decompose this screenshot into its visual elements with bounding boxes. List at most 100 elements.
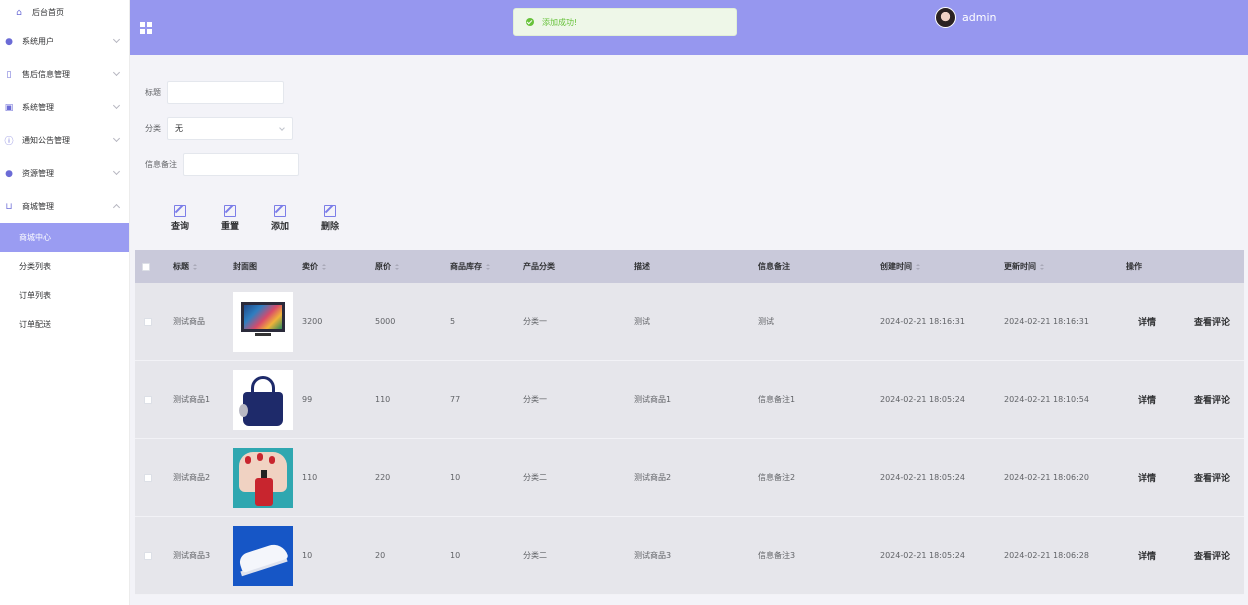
sidebar-item-resources[interactable]: ● 资源管理 [0, 157, 129, 190]
sort-icon[interactable] [916, 263, 921, 270]
header-description: 描述 [634, 261, 758, 272]
table-header: 标题 封面图 卖价 原价 商品库存 产品分类 描述 信息备注 创建时间 更新时间… [135, 250, 1244, 283]
cell-category: 分类二 [523, 473, 547, 482]
cell-operations: 详情 查看评论 [1126, 471, 1244, 484]
view-reviews-button[interactable]: 查看评论 [1194, 549, 1230, 562]
cell-stock: 5 [450, 317, 456, 326]
edit-icon [274, 205, 286, 217]
view-reviews-button[interactable]: 查看评论 [1194, 393, 1230, 406]
user-icon: ● [5, 36, 13, 47]
select-all-cell [135, 262, 173, 271]
filter-category-row: 分类 无 [145, 117, 293, 140]
cell-cover [233, 369, 302, 430]
header-original-price[interactable]: 原价 [375, 261, 450, 272]
header-updated[interactable]: 更新时间 [1004, 261, 1126, 272]
detail-button[interactable]: 详情 [1138, 549, 1156, 562]
sort-icon[interactable] [322, 263, 327, 270]
view-reviews-button[interactable]: 查看评论 [1194, 471, 1230, 484]
view-reviews-button[interactable]: 查看评论 [1194, 315, 1230, 328]
sidebar-item-mall[interactable]: ⊔ 商城管理 [0, 190, 129, 223]
sort-icon[interactable] [395, 263, 400, 270]
row-select-cell [135, 317, 173, 326]
category-select[interactable]: 无 [167, 117, 293, 140]
cell-description: 测试商品1 [634, 395, 672, 404]
nail-polish-image[interactable] [233, 447, 293, 508]
cell-category: 分类一 [523, 395, 547, 404]
success-check-icon [526, 18, 534, 26]
sort-icon[interactable] [193, 263, 198, 270]
sidebar-subitem-order-list[interactable]: 订单列表 [0, 281, 129, 310]
header-label: 更新时间 [1004, 262, 1036, 271]
chevron-down-icon [112, 101, 121, 110]
detail-button[interactable]: 详情 [1138, 393, 1156, 406]
row-checkbox[interactable] [144, 473, 152, 482]
chevron-down-icon [279, 125, 285, 131]
cell-title: 测试商品 [173, 317, 205, 326]
row-checkbox[interactable] [144, 317, 152, 326]
title-filter-input[interactable] [167, 81, 284, 104]
sidebar-item-after-sales[interactable]: ▯ 售后信息管理 [0, 58, 129, 91]
edit-icon [324, 205, 336, 217]
sidebar-item-system-users[interactable]: ● 系统用户 [0, 25, 129, 58]
row-checkbox[interactable] [144, 551, 152, 560]
cell-created: 2024-02-21 18:05:24 [880, 395, 965, 404]
sidebar-subitem-category-list[interactable]: 分类列表 [0, 252, 129, 281]
sidebar-item-label: 系统用户 [22, 37, 54, 46]
product-table: 标题 封面图 卖价 原价 商品库存 产品分类 描述 信息备注 创建时间 更新时间… [135, 250, 1244, 595]
header-title[interactable]: 标题 [173, 261, 233, 272]
toast-message: 添加成功! [542, 17, 578, 27]
header-label: 信息备注 [758, 262, 790, 271]
sidebar-subitem-order-delivery[interactable]: 订单配送 [0, 310, 129, 339]
chevron-down-icon [112, 134, 121, 143]
header-stock[interactable]: 商品库存 [450, 261, 523, 272]
cart-icon: ⊔ [5, 201, 13, 212]
sort-icon[interactable] [486, 263, 491, 270]
sidebar: ⌂ 后台首页 ● 系统用户 ▯ 售后信息管理 ▣ 系统管理 ⓘ 通知公告管理 ●… [0, 0, 130, 605]
header-category: 产品分类 [523, 261, 634, 272]
sneaker-image[interactable] [233, 525, 293, 586]
avatar[interactable] [935, 7, 956, 28]
chevron-down-icon [112, 35, 121, 44]
cell-original-price: 110 [375, 395, 391, 404]
tv-image[interactable] [233, 291, 293, 352]
table-row: 测试商品3 10 20 10 分类二 测试商品3 信息备注3 2024-02-2… [135, 517, 1244, 595]
sort-icon[interactable] [1040, 263, 1045, 270]
cell-created: 2024-02-21 18:05:24 [880, 473, 965, 482]
detail-button[interactable]: 详情 [1138, 471, 1156, 484]
sidebar-subitem-mall-center[interactable]: 商城中心 [0, 223, 129, 252]
document-icon: ▯ [6, 69, 12, 80]
sidebar-item-home[interactable]: ⌂ 后台首页 [0, 0, 129, 25]
user-menu[interactable]: admin [935, 7, 996, 28]
sidebar-item-notices[interactable]: ⓘ 通知公告管理 [0, 124, 129, 157]
sidebar-item-system-management[interactable]: ▣ 系统管理 [0, 91, 129, 124]
cell-stock: 10 [450, 473, 461, 482]
cell-title: 测试商品2 [173, 473, 211, 482]
add-button[interactable]: 添加 [255, 205, 305, 232]
sidebar-item-label: 售后信息管理 [22, 70, 70, 79]
cell-operations: 详情 查看评论 [1126, 315, 1244, 328]
header-created[interactable]: 创建时间 [880, 261, 1004, 272]
header-price[interactable]: 卖价 [302, 261, 375, 272]
info-icon: ⓘ [4, 137, 14, 147]
note-filter-input[interactable] [183, 153, 299, 176]
query-button[interactable]: 查询 [155, 205, 205, 232]
cell-original-price: 5000 [375, 317, 396, 326]
query-button-label: 查询 [170, 222, 189, 232]
header-label: 创建时间 [880, 262, 912, 271]
delete-button-label: 删除 [320, 222, 339, 232]
detail-button[interactable]: 详情 [1138, 315, 1156, 328]
table-row: 测试商品2 110 220 10 分类二 测试商品2 信息备注2 2024-02… [135, 439, 1244, 517]
cell-price: 110 [302, 473, 318, 482]
select-all-checkbox[interactable] [142, 262, 150, 271]
chevron-down-icon [112, 167, 121, 176]
row-checkbox[interactable] [144, 395, 152, 404]
cell-note: 信息备注1 [758, 395, 796, 404]
cell-cover [233, 525, 302, 586]
top-header: 添加成功! admin [130, 0, 1248, 55]
handbag-image[interactable] [233, 369, 293, 430]
menu-grid-icon[interactable] [140, 22, 152, 34]
reset-button[interactable]: 重置 [205, 205, 255, 232]
cell-price: 10 [302, 551, 313, 560]
cell-description: 测试商品3 [634, 551, 672, 560]
delete-button[interactable]: 删除 [305, 205, 355, 232]
